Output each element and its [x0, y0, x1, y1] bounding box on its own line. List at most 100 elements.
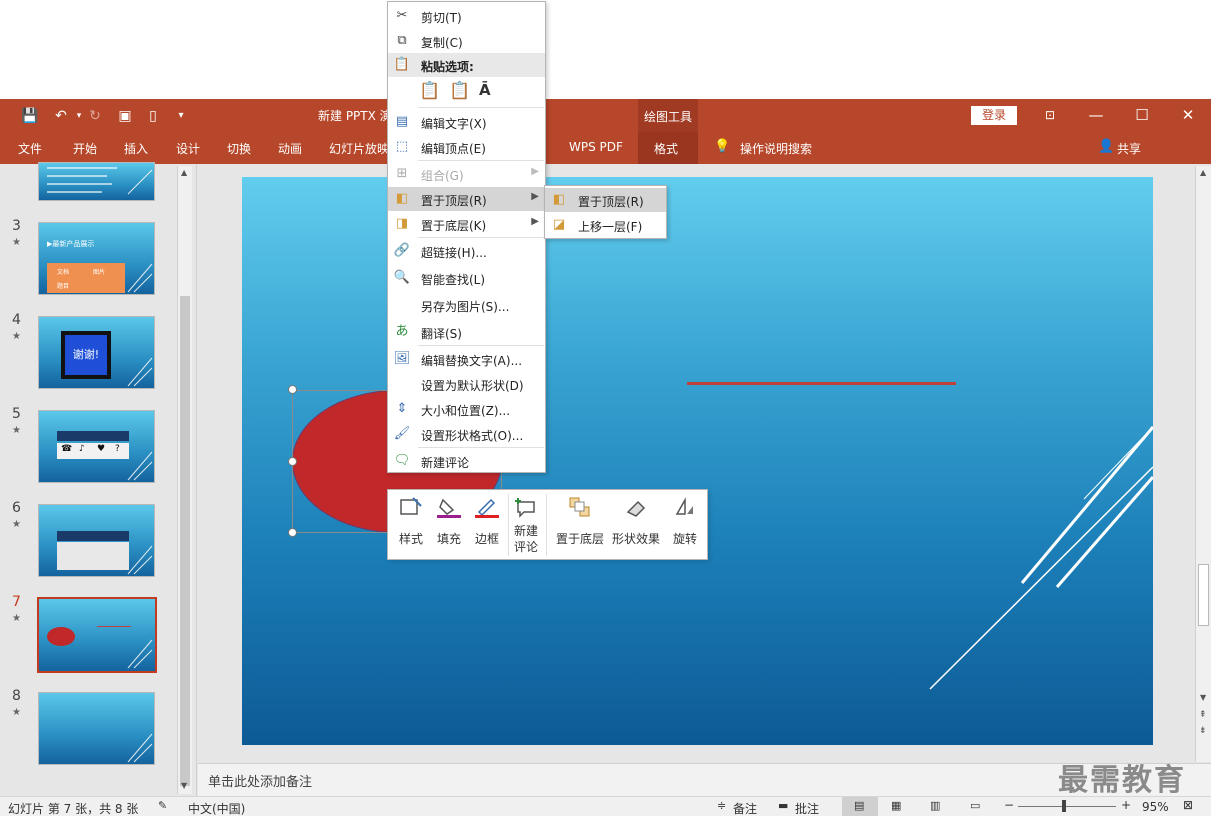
thumbnail-slide-2[interactable] [38, 162, 155, 201]
paste-use-destination-theme-icon[interactable]: 📋 [419, 81, 441, 105]
slideshow-icon[interactable]: ▭ [970, 799, 980, 812]
tab-home[interactable]: 开始 [73, 140, 97, 157]
submenu-item-bring-to-front[interactable]: ◧ 置于顶层(R) [545, 188, 666, 212]
scroll-up-icon[interactable]: ▲ [181, 168, 187, 177]
menu-item-format-shape[interactable]: 🖌 设置形状格式(O)... [388, 422, 545, 446]
zoom-level[interactable]: 95% [1142, 800, 1169, 814]
title-bar: 💾 ↶ ▾ ↻ ▣ ▯ ▾ 新建 PPTX 演 绘图工具 登录 ⊡ — ☐ ✕ [0, 99, 1211, 132]
tell-me-search[interactable]: 操作说明搜索 [740, 140, 812, 157]
undo-icon[interactable]: ↶ [52, 107, 70, 125]
new-comment-button[interactable]: 新建 评论 [510, 496, 542, 556]
edit-text-icon: ▤ [395, 114, 409, 129]
resize-handle-nw[interactable] [288, 385, 297, 394]
thumbnail-slide-3[interactable]: ▶最新产品展示 文档 题目 图片 [38, 222, 155, 295]
share-button[interactable]: 共享 [1117, 140, 1141, 157]
tab-design[interactable]: 设计 [176, 140, 200, 157]
save-icon[interactable]: 💾 [21, 107, 39, 125]
menu-item-save-as-picture[interactable]: 另存为图片(S)... [388, 293, 545, 317]
menu-separator [418, 237, 544, 238]
menu-item-send-to-back[interactable]: ◨ 置于底层(K) ▶ [388, 212, 545, 236]
next-slide-icon[interactable]: ⇟ [1199, 726, 1207, 736]
redo-icon[interactable]: ↻ [86, 107, 104, 125]
zoom-out-icon[interactable]: − [1004, 798, 1014, 812]
menu-item-new-comment[interactable]: 🗨 新建评论 [388, 449, 545, 473]
submenu-item-bring-forward[interactable]: ◪ 上移一层(F) [545, 213, 666, 237]
bring-front-icon: ◧ [395, 191, 409, 206]
notes-toggle-icon[interactable]: ≑ [717, 799, 726, 812]
menu-item-label: 剪切(T) [421, 11, 462, 25]
send-to-back-label: 置于底层 [555, 532, 604, 546]
thumbnail-slide-4[interactable]: 谢谢! [38, 316, 155, 389]
thumbnail-slide-7[interactable] [35, 595, 159, 675]
scrollbar-thumb[interactable] [180, 296, 190, 786]
present-from-start-icon[interactable]: ▣ [116, 107, 134, 125]
rotate-button[interactable]: 旋转 [668, 496, 702, 556]
slide-canvas[interactable] [242, 177, 1153, 745]
scroll-down-icon[interactable]: ▼ [181, 781, 187, 790]
normal-view-button[interactable]: ▤ [842, 797, 878, 816]
thumbnail-slide-6[interactable] [38, 504, 155, 577]
menu-item-size-and-position[interactable]: ⇕ 大小和位置(Z)... [388, 397, 545, 421]
paste-text-only-icon[interactable]: Ā [479, 81, 501, 105]
login-button[interactable]: 登录 [971, 106, 1017, 125]
red-line-shape[interactable] [687, 382, 956, 385]
new-file-icon[interactable]: ▯ [144, 107, 162, 125]
notes-toggle-label[interactable]: 备注 [733, 800, 757, 817]
minimize-icon[interactable]: — [1086, 105, 1106, 125]
maximize-icon[interactable]: ☐ [1132, 105, 1152, 125]
scissors-icon: ✂ [396, 8, 408, 23]
tab-transitions[interactable]: 切换 [227, 140, 251, 157]
comment-icon[interactable]: ▬ [778, 799, 788, 812]
scroll-up-icon[interactable]: ▲ [1200, 168, 1206, 177]
tab-format[interactable]: 格式 [638, 132, 698, 164]
tab-file[interactable]: 文件 [18, 140, 42, 157]
close-icon[interactable]: ✕ [1178, 105, 1198, 125]
menu-item-edit-text[interactable]: ▤ 编辑文字(X) [388, 110, 545, 134]
language-indicator[interactable]: 中文(中国) [188, 800, 245, 817]
slide-sorter-icon[interactable]: ▦ [891, 799, 901, 812]
outline-button[interactable]: 边框 [470, 496, 504, 556]
tab-animations[interactable]: 动画 [278, 140, 302, 157]
fit-to-window-icon[interactable]: ⊠ [1183, 798, 1193, 812]
zoom-in-icon[interactable]: + [1121, 798, 1131, 812]
previous-slide-icon[interactable]: ⇞ [1199, 710, 1207, 720]
ribbon-display-icon[interactable]: ⊡ [1040, 105, 1060, 125]
menu-item-cut[interactable]: ✂ 剪切(T) [388, 4, 545, 28]
fill-button[interactable]: 填充 [432, 496, 466, 556]
resize-handle-sw[interactable] [288, 528, 297, 537]
window-title: 新建 PPTX 演 [318, 109, 392, 123]
reading-view-icon[interactable]: ▥ [930, 799, 940, 812]
zoom-slider-track[interactable] [1018, 806, 1116, 807]
thumbnail-slide-5[interactable]: ☎ ♪ ♥ ? [38, 410, 155, 483]
shape-effects-button[interactable]: 形状效果 [610, 496, 662, 556]
menu-item-translate[interactable]: あ 翻译(S) [388, 320, 545, 344]
scroll-down-icon[interactable]: ▼ [1200, 693, 1206, 702]
thumb-text-line [47, 167, 117, 169]
resize-handle-w[interactable] [288, 457, 297, 466]
spellcheck-icon[interactable]: ✎ [158, 799, 167, 812]
menu-item-label: 组合(G) [421, 169, 464, 183]
menu-item-copy[interactable]: ⧉ 复制(C) [388, 29, 545, 53]
menu-item-set-default-shape[interactable]: 设置为默认形状(D) [388, 372, 545, 396]
menu-item-hyperlink[interactable]: 🔗 超链接(H)... [388, 239, 545, 263]
menu-item-edit-alt-text[interactable]: 🖼 编辑替换文字(A)... [388, 347, 545, 371]
thumbnail-scrollbar[interactable]: ▲ ▼ [177, 166, 192, 794]
slide-scrollbar[interactable]: ▲ ▼ ⇞ ⇟ [1195, 166, 1211, 762]
thumbnail-slide-8[interactable] [38, 692, 155, 765]
menu-item-edit-points[interactable]: ⬚ 编辑顶点(E) [388, 135, 545, 159]
comments-toggle-label[interactable]: 批注 [795, 800, 819, 817]
zoom-slider-thumb[interactable] [1062, 800, 1066, 812]
tab-wps-pdf[interactable]: WPS PDF [569, 140, 623, 154]
tab-slideshow[interactable]: 幻灯片放映 [329, 140, 389, 157]
paste-picture-icon[interactable]: 📋 [449, 81, 471, 105]
thumb-thanks-text: 谢谢! [65, 335, 107, 375]
send-back-icon: ◨ [395, 216, 409, 231]
tab-insert[interactable]: 插入 [124, 140, 148, 157]
scrollbar-thumb[interactable] [1198, 564, 1209, 626]
menu-item-bring-to-front[interactable]: ◧ 置于顶层(R) ▶ [388, 187, 545, 211]
send-to-back-button[interactable]: 置于底层 [552, 496, 608, 556]
animation-star-icon: ★ [12, 613, 21, 624]
style-button[interactable]: 样式 [394, 496, 428, 556]
customize-toolbar-icon[interactable]: ▾ [172, 107, 190, 125]
menu-item-smart-lookup[interactable]: 🔍 智能查找(L) [388, 266, 545, 290]
